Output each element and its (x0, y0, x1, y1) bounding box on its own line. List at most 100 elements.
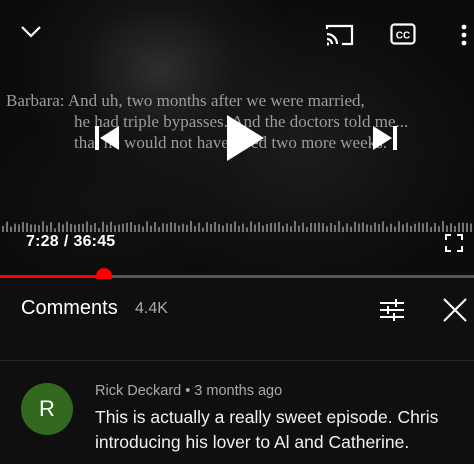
waveform-tick (330, 222, 332, 232)
waveform-tick (298, 225, 300, 232)
waveform-tick (230, 223, 232, 232)
waveform-tick (142, 226, 144, 232)
waveform-tick (90, 225, 92, 232)
sort-filter-icon[interactable] (376, 295, 408, 325)
waveform-tick (466, 223, 468, 232)
waveform-tick (222, 225, 224, 232)
comment-author[interactable]: Rick Deckard (95, 383, 181, 399)
skip-next-icon[interactable] (370, 122, 400, 154)
progress-bar[interactable] (0, 275, 474, 278)
waveform-tick (434, 222, 436, 232)
waveform-tick (398, 221, 400, 232)
waveform-tick (454, 226, 456, 232)
waveform-tick (362, 222, 364, 232)
waveform-tick (214, 221, 216, 232)
waveform-tick (430, 226, 432, 232)
waveform-tick (182, 223, 184, 232)
avatar-letter: R (39, 396, 55, 421)
waveform-tick (458, 222, 460, 232)
comments-title: Comments (21, 297, 118, 319)
waveform-tick (410, 225, 412, 232)
svg-text:CC: CC (396, 31, 410, 42)
waveform-tick (342, 226, 344, 232)
waveform-tick (22, 222, 24, 232)
video-player[interactable]: CC Barbara: And uh, two months after we … (0, 0, 474, 276)
waveform-tick (442, 221, 444, 232)
waveform-tick (446, 225, 448, 232)
chevron-down-icon[interactable] (16, 20, 46, 44)
time-separator: / (63, 233, 69, 250)
waveform-tick (314, 223, 316, 232)
cast-icon[interactable] (324, 22, 356, 48)
waveform-tick (110, 221, 112, 232)
time-display: 7:28/36:45 (26, 233, 115, 251)
waveform-tick (130, 221, 132, 232)
waveform-tick (394, 226, 396, 232)
waveform-tick (186, 224, 188, 232)
waveform-tick (234, 221, 236, 232)
waveform-tick (422, 223, 424, 232)
waveform-tick (282, 225, 284, 232)
waveform-tick (262, 225, 264, 232)
more-vertical-icon[interactable] (456, 22, 472, 48)
divider (0, 360, 474, 361)
waveform-tick (94, 223, 96, 232)
waveform-tick (54, 228, 56, 232)
waveform-tick (258, 222, 260, 232)
waveform-tick (338, 221, 340, 232)
waveform-tick (170, 222, 172, 232)
comments-count: 4.4K (135, 300, 168, 317)
waveform-tick (382, 221, 384, 232)
meta-separator: • (185, 383, 191, 399)
waveform-tick (322, 223, 324, 232)
waveform-tick (206, 222, 208, 232)
waveform-tick (310, 222, 312, 232)
waveform-tick (166, 223, 168, 232)
waveform-tick (46, 225, 48, 232)
waveform-tick (102, 221, 104, 232)
waveform-tick (122, 223, 124, 232)
waveform-tick (98, 228, 100, 232)
comment-meta: Rick Deckard • 3 months ago (95, 383, 282, 399)
waveform-tick (390, 223, 392, 232)
waveform-tick (138, 224, 140, 232)
waveform-tick (374, 222, 376, 232)
chapter-waveform (2, 221, 472, 232)
waveform-tick (38, 225, 40, 232)
waveform-tick (174, 222, 176, 232)
waveform-tick (86, 221, 88, 232)
waveform-tick (82, 223, 84, 232)
waveform-tick (14, 223, 16, 232)
waveform-tick (426, 222, 428, 232)
waveform-tick (10, 226, 12, 232)
waveform-tick (438, 226, 440, 232)
waveform-tick (334, 224, 336, 232)
progress-fill (0, 275, 105, 278)
waveform-tick (366, 224, 368, 232)
waveform-tick (462, 222, 464, 232)
waveform-tick (198, 222, 200, 232)
avatar[interactable]: R (21, 383, 73, 435)
waveform-tick (406, 222, 408, 232)
close-icon[interactable] (438, 293, 472, 327)
play-icon[interactable] (222, 112, 268, 164)
waveform-tick (66, 221, 68, 232)
skip-previous-icon[interactable] (92, 122, 122, 154)
fullscreen-icon[interactable] (444, 233, 464, 253)
closed-captions-icon[interactable]: CC (388, 22, 418, 46)
comment-item[interactable]: R Rick Deckard • 3 months ago This is actu… (0, 362, 474, 464)
waveform-tick (178, 225, 180, 232)
waveform-tick (30, 224, 32, 232)
waveform-tick (290, 226, 292, 232)
waveform-tick (126, 222, 128, 232)
waveform-tick (270, 222, 272, 232)
waveform-tick (266, 224, 268, 232)
waveform-tick (58, 222, 60, 232)
waveform-tick (226, 223, 228, 232)
waveform-tick (378, 223, 380, 232)
waveform-tick (74, 224, 76, 232)
waveform-tick (146, 221, 148, 232)
comment-text: This is actually a really sweet episode.… (95, 407, 439, 452)
waveform-tick (202, 227, 204, 232)
waveform-tick (34, 224, 36, 232)
